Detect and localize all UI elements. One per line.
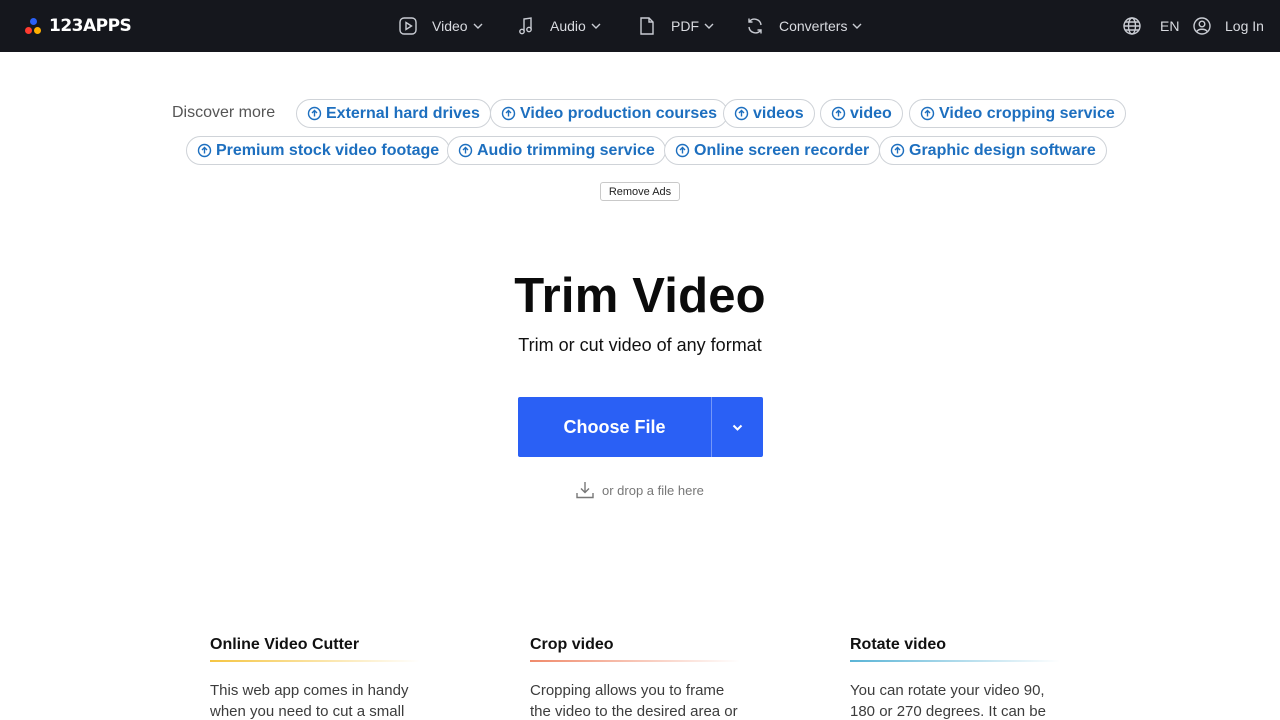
chip-label: Video cropping service bbox=[939, 104, 1115, 122]
file-source-dropdown-button[interactable] bbox=[712, 397, 763, 457]
nav-converters-label: Converters bbox=[779, 18, 848, 34]
choose-file-button-group: Choose File bbox=[518, 397, 763, 457]
chip-label: video bbox=[850, 104, 892, 122]
chevron-down-icon bbox=[591, 23, 601, 29]
user-avatar-icon bbox=[1193, 17, 1211, 35]
arrow-up-circle-icon bbox=[920, 106, 935, 121]
feature-title: Online Video Cutter bbox=[210, 636, 360, 653]
nav-converters-menu[interactable]: Converters bbox=[745, 0, 862, 52]
arrow-up-circle-icon bbox=[307, 106, 322, 121]
chip-label: Premium stock video footage bbox=[216, 141, 440, 159]
top-navigation-bar: 123APPS Video Audio PDF Converters EN Lo… bbox=[0, 0, 1280, 52]
arrow-up-circle-icon bbox=[197, 143, 212, 158]
choose-file-button[interactable]: Choose File bbox=[518, 397, 712, 457]
discover-chip[interactable]: Online screen recorder bbox=[664, 136, 881, 165]
feature-crop-video: Crop video Cropping allows you to frame … bbox=[530, 636, 760, 720]
refresh-icon bbox=[748, 18, 762, 34]
feature-title: Rotate video bbox=[850, 636, 947, 653]
arrow-up-circle-icon bbox=[675, 143, 690, 158]
logo-dot-blue bbox=[30, 17, 37, 25]
chip-label: Online screen recorder bbox=[694, 141, 870, 159]
document-icon bbox=[640, 17, 654, 35]
nav-audio-label: Audio bbox=[550, 18, 586, 34]
remove-ads-button[interactable]: Remove Ads bbox=[600, 182, 680, 201]
nav-video-label: Video bbox=[432, 18, 468, 34]
chip-label: Video production courses bbox=[520, 104, 718, 122]
drop-zone-hint[interactable]: or drop a file here bbox=[575, 480, 704, 500]
nav-pdf-label: PDF bbox=[671, 18, 699, 34]
logo-dot-yellow bbox=[34, 26, 41, 34]
discover-chip[interactable]: videos bbox=[723, 99, 815, 128]
chip-label: Audio trimming service bbox=[477, 141, 655, 159]
chevron-down-icon bbox=[732, 424, 743, 431]
arrow-up-circle-icon bbox=[734, 106, 749, 121]
discover-chip[interactable]: External hard drives bbox=[296, 99, 491, 128]
feature-accent-line bbox=[210, 660, 420, 662]
discover-chip[interactable]: video bbox=[820, 99, 903, 128]
discover-chip[interactable]: Graphic design software bbox=[879, 136, 1107, 165]
arrow-up-circle-icon bbox=[458, 143, 473, 158]
login-button[interactable]: Log In bbox=[1192, 0, 1264, 52]
feature-text: Cropping allows you to frame the video t… bbox=[530, 682, 738, 720]
music-note-icon bbox=[519, 17, 532, 35]
login-label: Log In bbox=[1225, 18, 1264, 34]
feature-rotate-video: Rotate video You can rotate your video 9… bbox=[850, 636, 1080, 720]
chevron-down-icon bbox=[852, 23, 862, 29]
chevron-down-icon bbox=[704, 23, 714, 29]
chip-label: External hard drives bbox=[326, 104, 480, 122]
arrow-up-circle-icon bbox=[501, 106, 516, 121]
feature-online-video-cutter: Online Video Cutter This web app comes i… bbox=[210, 636, 440, 720]
chip-label: videos bbox=[753, 104, 804, 122]
page-title: Trim Video bbox=[514, 269, 766, 323]
globe-icon bbox=[1123, 17, 1141, 35]
feature-text: This web app comes in handy when you nee… bbox=[210, 682, 409, 720]
download-tray-icon bbox=[576, 482, 594, 499]
logo-dot-red bbox=[25, 26, 32, 34]
discover-chip[interactable]: Premium stock video footage bbox=[186, 136, 451, 165]
play-file-icon bbox=[399, 17, 417, 35]
page-subtitle: Trim or cut video of any format bbox=[518, 335, 762, 355]
feature-text: You can rotate your video 90, 180 or 270… bbox=[850, 682, 1046, 720]
language-selector[interactable]: EN bbox=[1122, 0, 1179, 52]
logo[interactable]: 123APPS bbox=[24, 15, 132, 37]
logo-text: 123APPS bbox=[49, 16, 132, 36]
arrow-up-circle-icon bbox=[890, 143, 905, 158]
chevron-down-icon bbox=[473, 23, 483, 29]
discover-chip[interactable]: Video production courses bbox=[490, 99, 729, 128]
discover-more-label: Discover more bbox=[172, 104, 276, 121]
nav-pdf-menu[interactable]: PDF bbox=[637, 0, 714, 52]
logo-dots-icon bbox=[24, 17, 43, 36]
feature-accent-line bbox=[530, 660, 740, 662]
nav-audio-menu[interactable]: Audio bbox=[516, 0, 601, 52]
nav-video-menu[interactable]: Video bbox=[398, 0, 483, 52]
discover-chip[interactable]: Audio trimming service bbox=[447, 136, 666, 165]
discover-chip[interactable]: Video cropping service bbox=[909, 99, 1126, 128]
chip-label: Graphic design software bbox=[909, 141, 1096, 159]
feature-title: Crop video bbox=[530, 636, 614, 653]
drop-hint-text: or drop a file here bbox=[602, 482, 704, 498]
language-label: EN bbox=[1160, 18, 1180, 34]
arrow-up-circle-icon bbox=[831, 106, 846, 121]
feature-accent-line bbox=[850, 660, 1060, 662]
